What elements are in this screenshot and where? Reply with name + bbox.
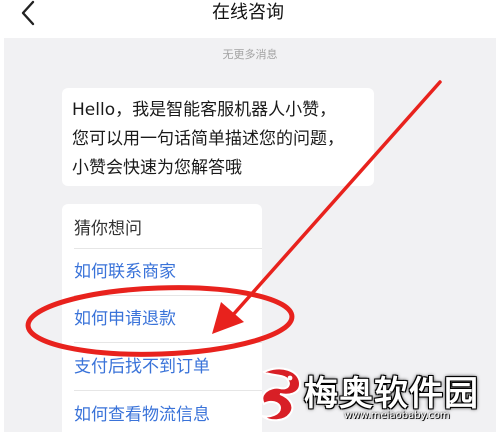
bot-message-line: Hello，我是智能客服机器人小赞， [72, 100, 337, 120]
question-order-not-found[interactable]: 支付后找不到订单 [74, 344, 262, 390]
divider [74, 390, 262, 391]
bot-message-bubble: Hello，我是智能客服机器人小赞， 您可以用一句话简单描述您的问题， 小赞会快… [62, 88, 374, 186]
chat-screen: 在线咨询 无更多消息 Hello，我是智能客服机器人小赞， 您可以用一句话简单描… [0, 0, 496, 432]
question-apply-refund[interactable]: 如何申请退款 [74, 296, 262, 342]
bot-message-line: 小赞会快速为您解答哦 [72, 158, 242, 178]
question-check-logistics[interactable]: 如何查看物流信息 [74, 392, 262, 432]
suggested-questions-title: 猜你想问 [74, 219, 142, 239]
dragon-logo-icon [261, 367, 302, 422]
page-title: 在线咨询 [212, 2, 284, 23]
site-watermark: 梅奥软件园 www.meiaobaby.com [246, 362, 496, 432]
watermark-name: 梅奥软件园 [304, 374, 479, 414]
no-more-messages-label: 无更多消息 [222, 48, 278, 61]
watermark-url: www.meiaobaby.com [344, 410, 450, 421]
bot-message-line: 您可以用一句话简单描述您的问题， [72, 129, 344, 149]
top-bar: 在线咨询 [0, 0, 496, 34]
question-contact-merchant[interactable]: 如何联系商家 [74, 249, 262, 295]
suggested-questions-card: 猜你想问 如何联系商家 如何申请退款 支付后找不到订单 如何查看物流信息 [62, 204, 262, 432]
divider [74, 342, 262, 343]
